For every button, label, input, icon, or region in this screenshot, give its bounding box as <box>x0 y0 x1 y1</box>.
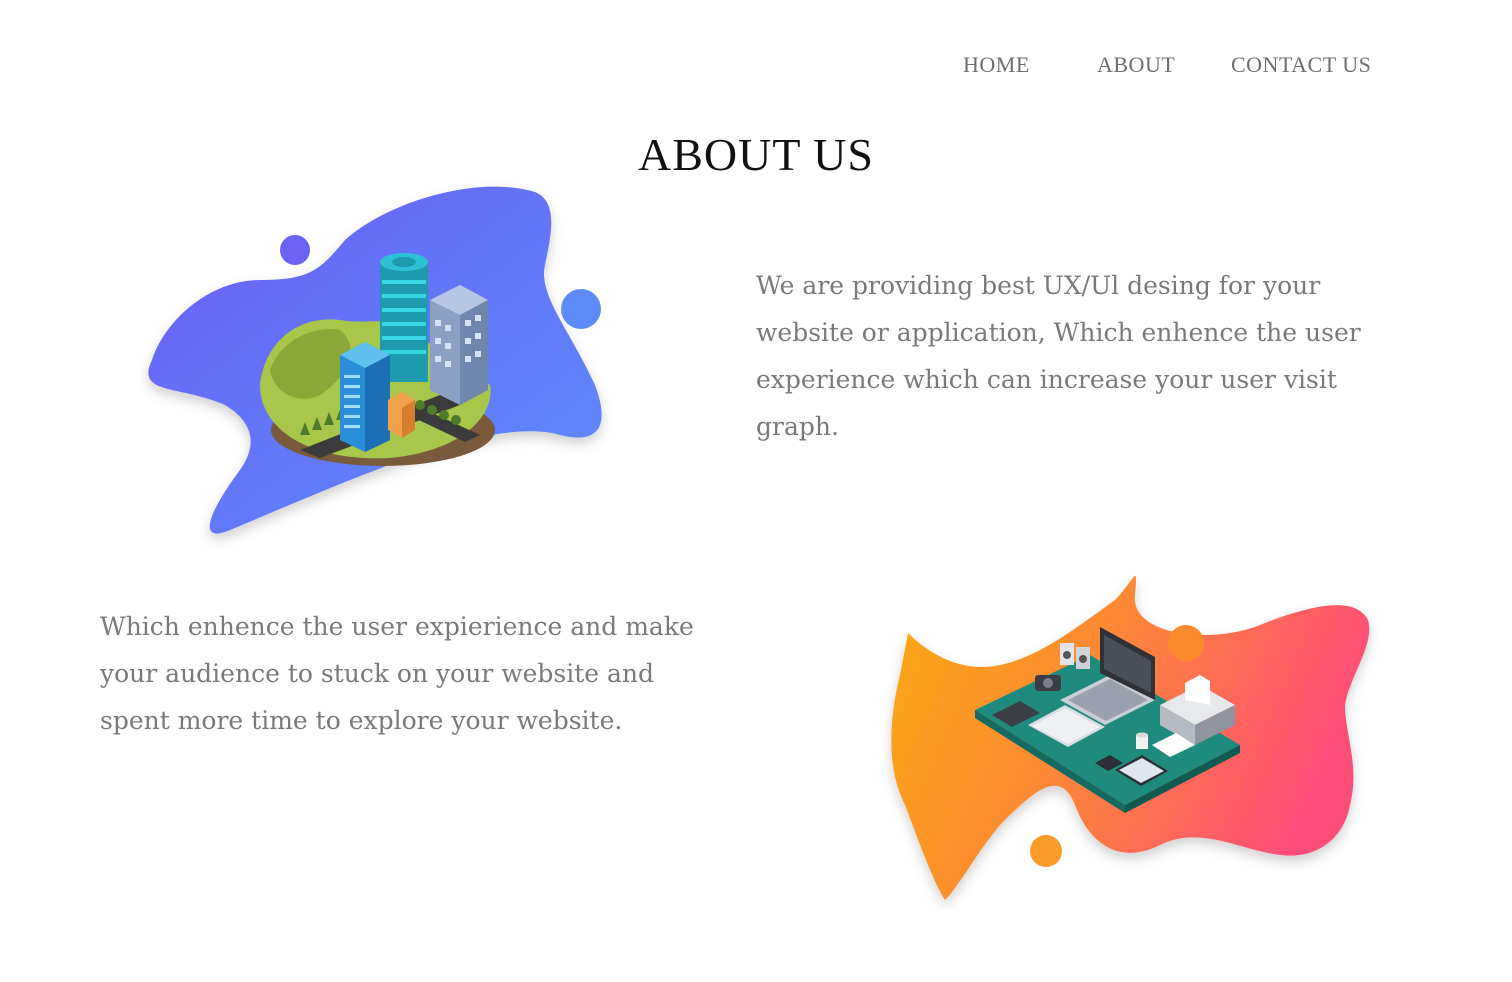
top-nav: HOME ABOUT CONTACT US <box>0 52 1512 82</box>
page-title: ABOUT US <box>638 129 874 180</box>
nav-home-link[interactable]: HOME <box>963 52 1030 78</box>
camera-icon <box>1035 675 1061 691</box>
isometric-city-illustration <box>148 186 602 534</box>
nav-about-link[interactable]: ABOUT <box>1097 52 1175 78</box>
small-blue-bubble <box>561 289 601 329</box>
small-blue-bubble <box>280 235 310 265</box>
section-1-text: We are providing best UX/Ul desing for y… <box>756 271 1361 441</box>
building-orange-small <box>388 392 415 438</box>
small-orange-bubble <box>1030 835 1062 867</box>
isometric-workspace-illustration <box>891 575 1370 900</box>
section-2-text: Which enhence the user expierience and m… <box>100 612 694 735</box>
small-orange-bubble <box>1168 625 1204 661</box>
building-blue-front <box>340 342 390 452</box>
building-grey-tower <box>430 285 488 405</box>
mug-icon <box>1136 732 1148 749</box>
nav-contact-link[interactable]: CONTACT US <box>1231 52 1371 78</box>
